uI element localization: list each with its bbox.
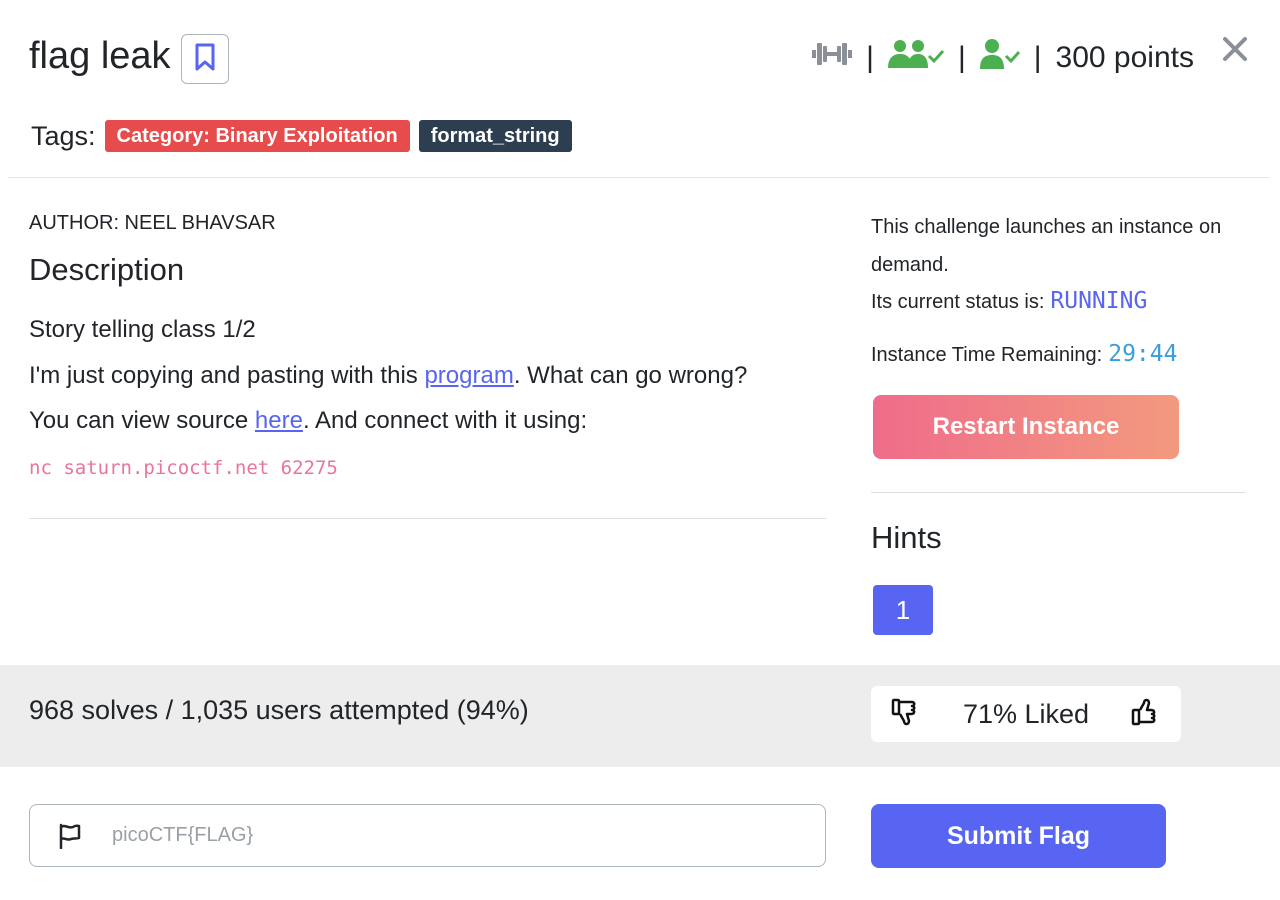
description-line: You can view source here. And connect wi… [29, 407, 587, 435]
instance-timer: Instance Time Remaining: 29:44 [871, 341, 1177, 367]
tag-badge[interactable]: format_string [418, 120, 572, 152]
challenge-meta: | | | 300 points [812, 36, 1194, 80]
divider [29, 518, 826, 519]
flag-icon [30, 805, 110, 866]
flag-input[interactable] [110, 804, 825, 867]
tags-label: Tags: [31, 120, 96, 151]
instance-info: This challenge launches an instance on d… [871, 216, 1222, 276]
rating-box: 71% Liked [871, 686, 1181, 742]
connect-command: nc saturn.picoctf.net 62275 [29, 457, 338, 479]
close-icon [1222, 36, 1248, 67]
close-button[interactable] [1220, 36, 1250, 66]
program-link[interactable]: program [424, 362, 513, 389]
user-check-icon [979, 38, 1020, 78]
description-text: . And connect with it using: [302, 407, 588, 434]
timer-value: 29:44 [1108, 341, 1178, 367]
timer-label: Instance Time Remaining: [871, 344, 1103, 366]
description-line: Story telling class 1/2 [29, 316, 256, 343]
divider [8, 177, 1270, 178]
description-text: I'm just copying and pasting with this [29, 362, 425, 389]
dumbbell-icon [812, 40, 853, 76]
separator: | [1033, 41, 1042, 74]
separator: | [866, 41, 874, 74]
category-badge[interactable]: Category: Binary Exploitation [104, 120, 410, 152]
divider [871, 492, 1246, 493]
description-text: You can view source [29, 407, 255, 434]
points-label: 300 points [1055, 41, 1194, 74]
bookmark-button[interactable] [181, 34, 229, 84]
challenge-title: flag leak [29, 35, 171, 77]
instance-status: Its current status is: RUNNING [871, 288, 1147, 314]
thumbs-down-icon[interactable] [891, 697, 921, 732]
solves-stats: 968 solves / 1,035 users attempted (94%) [29, 695, 529, 725]
flag-input-group [29, 804, 826, 867]
thumbs-up-icon[interactable] [1131, 697, 1161, 732]
bookmark-icon [194, 43, 216, 76]
description-text: . What can go wrong? [513, 362, 748, 389]
status-label: Its current status is: [871, 291, 1045, 313]
separator: | [957, 41, 966, 74]
author-label: AUTHOR: NEEL BHAVSAR [29, 212, 276, 234]
description-heading: Description [29, 252, 185, 287]
source-link[interactable]: here [255, 407, 303, 434]
hint-button-1[interactable]: 1 [873, 585, 933, 635]
description-line: I'm just copying and pasting with this p… [29, 362, 747, 390]
users-check-icon [887, 38, 945, 78]
hints-heading: Hints [871, 520, 942, 555]
tags-row: Tags: Category: Binary Exploitation form… [31, 120, 572, 152]
restart-instance-button[interactable]: Restart Instance [873, 395, 1179, 459]
liked-percentage: 71% Liked [962, 698, 1090, 729]
submit-flag-button[interactable]: Submit Flag [871, 804, 1166, 868]
status-value: RUNNING [1050, 288, 1148, 314]
